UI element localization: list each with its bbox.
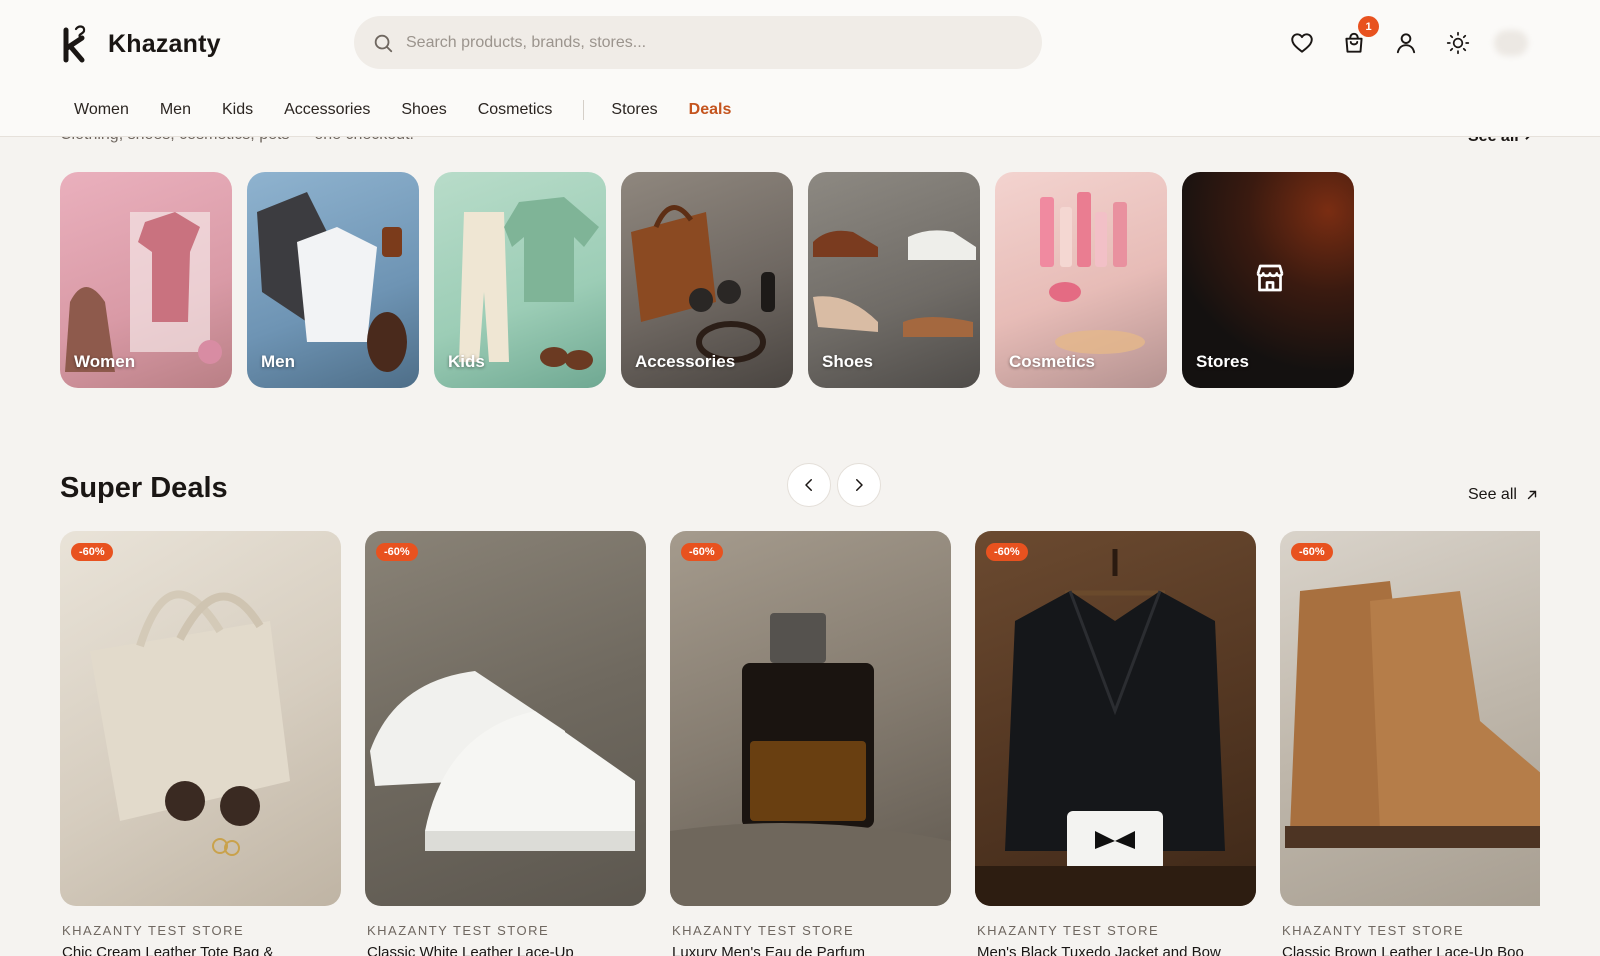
storefront-icon [1256,264,1284,292]
category-label: Stores [1196,352,1249,371]
product-image: -60% [975,531,1256,906]
product-name: Men's Black Tuxedo Jacket and Bow [977,944,1221,956]
product-image: -60% [670,531,951,906]
nav-item-cosmetics[interactable]: Cosmetics [478,101,553,119]
category-tiles: Women Men Kids Accessories Shoes Cosmeti… [60,172,1354,388]
category-tile-stores[interactable]: Stores [1182,172,1354,388]
chevron-left-icon [805,479,812,491]
nav-item-accessories[interactable]: Accessories [284,101,370,119]
carousel-controls [787,463,881,507]
carousel-next-button[interactable] [837,463,881,507]
carousel-prev-button[interactable] [787,463,831,507]
product-name: Classic White Leather Lace-Up [367,944,574,956]
nav-item-kids[interactable]: Kids [222,101,253,119]
search-input[interactable] [406,33,1006,52]
product-store: KHAZANTY TEST STORE [62,923,245,938]
product-card[interactable]: -60% KHAZANTY TEST STORE Luxury Men's Ea… [670,531,951,956]
brand-name: Khazanty [108,29,221,58]
search-bar[interactable] [354,16,1042,69]
discount-badge: -60% [1291,543,1333,561]
discount-badge: -60% [71,543,113,561]
product-image: -60% [365,531,646,906]
category-tile-men[interactable]: Men [247,172,419,388]
account-button[interactable] [1380,26,1432,60]
see-all-label: See all [1468,486,1517,503]
arrow-up-right-icon [1527,490,1537,500]
user-icon [1396,33,1416,54]
product-card[interactable]: -60% KHAZANTY TEST STORE Chic Cream Leat… [60,531,341,956]
chevron-right-icon [856,479,863,491]
product-name: Chic Cream Leather Tote Bag & [62,944,274,956]
product-store: KHAZANTY TEST STORE [1282,923,1465,938]
product-name: Classic Brown Leather Lace-Up Boo [1282,944,1524,956]
discount-badge: -60% [681,543,723,561]
product-image: -60% [1280,531,1540,906]
heart-icon [1291,33,1313,53]
category-tile-cosmetics[interactable]: Cosmetics [995,172,1167,388]
discount-badge: -60% [376,543,418,561]
nav-item-men[interactable]: Men [160,101,191,119]
brown-boots-image [1285,581,1540,848]
cart-button[interactable]: 1 [1328,16,1380,60]
tuxedo-jacket-image [975,549,1256,906]
product-name: Luxury Men's Eau de Parfum [672,944,865,956]
product-store: KHAZANTY TEST STORE [367,923,550,938]
avatar[interactable] [1494,30,1528,56]
khazanty-logo-icon [63,25,86,63]
product-card[interactable]: -60% KHAZANTY TEST STORE Classic White L… [365,531,646,956]
discount-badge: -60% [986,543,1028,561]
product-card[interactable]: -60% KHAZANTY TEST STORE Classic Brown L… [1280,531,1540,956]
category-label: Kids [448,352,485,371]
sun-icon [1446,31,1470,55]
product-store: KHAZANTY TEST STORE [977,923,1160,938]
category-tile-women[interactable]: Women [60,172,232,388]
super-deals-title: Super Deals [60,472,228,504]
header-actions: 1 [1276,16,1484,60]
main-nav: Women Men Kids Accessories Shoes Cosmeti… [74,100,762,120]
brand-logo[interactable]: Khazanty [60,24,221,64]
product-card[interactable]: -60% KHAZANTY TEST STORE Men's Black Tux… [975,531,1256,956]
category-tile-shoes[interactable]: Shoes [808,172,980,388]
theme-toggle-button[interactable] [1432,26,1484,60]
nav-item-women[interactable]: Women [74,101,129,119]
search-icon [374,34,393,52]
site-header: Khazanty 1 [0,0,1600,137]
category-label: Accessories [635,352,736,371]
super-deals-carousel[interactable]: -60% KHAZANTY TEST STORE Chic Cream Leat… [60,531,1540,956]
nav-item-shoes[interactable]: Shoes [401,101,446,119]
category-tile-accessories[interactable]: Accessories [621,172,793,388]
perfume-bottle-image [670,613,951,906]
category-label: Women [74,352,136,371]
category-tile-kids[interactable]: Kids [434,172,606,388]
product-image: -60% [60,531,341,906]
super-deals-see-all-link[interactable]: See all [1468,486,1539,504]
category-label: Cosmetics [1009,352,1095,371]
product-store: KHAZANTY TEST STORE [672,923,855,938]
nav-divider [583,100,585,120]
white-sneakers-image [370,671,635,851]
nav-item-deals[interactable]: Deals [689,101,732,119]
nav-item-stores[interactable]: Stores [611,101,657,119]
cart-count-badge: 1 [1358,16,1379,37]
category-label: Shoes [822,352,874,371]
tote-bag-image [90,590,290,856]
wishlist-button[interactable] [1276,26,1328,60]
category-label: Men [261,352,295,371]
